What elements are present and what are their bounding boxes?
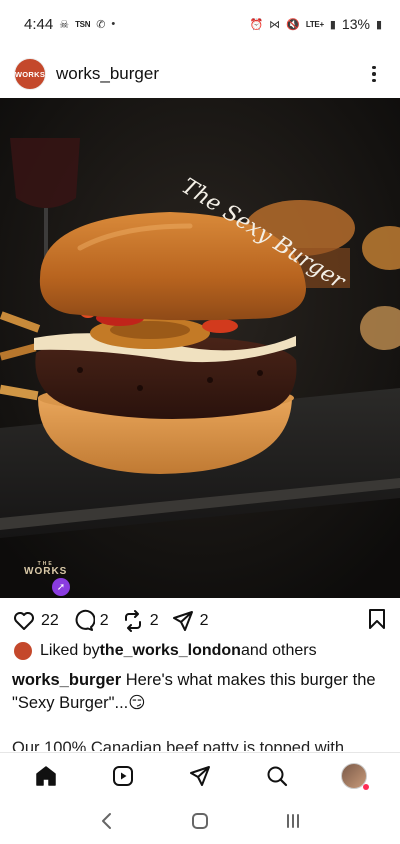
- like-action[interactable]: 22: [12, 609, 59, 633]
- phone-icon: ✆: [96, 18, 106, 31]
- carrier-label: TSN: [75, 19, 91, 29]
- signal-icon: ▮: [329, 18, 336, 31]
- mute-icon: 🔇: [286, 18, 300, 31]
- share-action[interactable]: 2: [171, 609, 209, 633]
- post-image[interactable]: The Sexy Burger THE WORKS ➚: [0, 98, 400, 598]
- direct-icon[interactable]: [188, 764, 212, 788]
- status-right: ⏰ ⋈ 🔇 LTE+ ▮ 13% ▮: [249, 16, 382, 32]
- post-caption[interactable]: works_burger Here's what makes this burg…: [12, 669, 386, 715]
- reels-icon[interactable]: [111, 764, 135, 788]
- liked-by-row[interactable]: Liked by the_works_london and others: [14, 642, 390, 660]
- liked-by-prefix: Liked by: [40, 642, 100, 659]
- like-count[interactable]: 22: [41, 612, 59, 630]
- repost-icon[interactable]: [121, 609, 145, 633]
- nav-home[interactable]: [26, 756, 66, 796]
- nav-reels[interactable]: [103, 756, 143, 796]
- nav-messages[interactable]: [180, 756, 220, 796]
- comment-count[interactable]: 2: [100, 612, 109, 630]
- bluetooth-icon: ⋈: [269, 18, 281, 31]
- home-button-icon[interactable]: [190, 811, 210, 831]
- notification-dot: [362, 783, 369, 790]
- bookmark-button[interactable]: [366, 607, 388, 636]
- system-nav: [0, 798, 400, 844]
- repost-count[interactable]: 2: [150, 612, 159, 630]
- alarm-icon: ⏰: [249, 18, 264, 31]
- comment-icon[interactable]: [71, 609, 95, 633]
- repost-action[interactable]: 2: [121, 609, 159, 633]
- caption-more-text: Our 100% Canadian beef patty is topped w…: [12, 739, 345, 751]
- comment-action[interactable]: 2: [71, 609, 109, 633]
- liked-by-user[interactable]: the_works_london: [100, 642, 241, 660]
- status-left: 4:44 ☠ TSN ✆ •: [24, 16, 115, 33]
- more-options-icon[interactable]: [362, 62, 386, 86]
- liked-by-avatar: [14, 642, 32, 660]
- post-username[interactable]: works_burger: [56, 64, 159, 84]
- bottom-nav: [0, 752, 400, 798]
- liked-by-suffix: and others: [240, 642, 317, 659]
- search-icon[interactable]: [265, 764, 289, 788]
- nav-profile[interactable]: [334, 756, 374, 796]
- send-icon[interactable]: [171, 609, 195, 633]
- battery-icon: ▮: [375, 18, 382, 31]
- recent-apps-icon[interactable]: [283, 811, 303, 831]
- works-watermark: THE WORKS: [24, 562, 67, 577]
- burger-photo: The Sexy Burger: [0, 98, 400, 598]
- status-time: 4:44: [24, 15, 54, 33]
- back-icon[interactable]: [97, 811, 117, 831]
- avatar-text: WORKS: [14, 69, 46, 79]
- status-bar: 4:44 ☠ TSN ✆ • ⏰ ⋈ 🔇 LTE+ ▮ 13% ▮: [0, 0, 400, 48]
- nav-search[interactable]: [257, 756, 297, 796]
- dot-icon: •: [111, 18, 116, 30]
- network-label: LTE+: [305, 19, 324, 29]
- post-actions: 22 2 2 2: [0, 606, 400, 636]
- post-header: WORKS works_burger: [0, 52, 400, 96]
- lock-notification-icon: ☠: [59, 18, 70, 31]
- battery-percent: 13%: [341, 16, 370, 32]
- heart-icon[interactable]: [12, 609, 36, 633]
- home-icon[interactable]: [34, 764, 58, 788]
- caption-username[interactable]: works_burger: [12, 671, 121, 689]
- bookmark-icon[interactable]: [366, 607, 388, 631]
- caption-continued[interactable]: Our 100% Canadian beef patty is topped w…: [12, 737, 390, 751]
- watermark-text: WORKS: [24, 566, 68, 577]
- boost-badge-icon[interactable]: ➚: [52, 578, 70, 596]
- share-count[interactable]: 2: [200, 612, 209, 630]
- account-avatar[interactable]: WORKS: [14, 58, 46, 90]
